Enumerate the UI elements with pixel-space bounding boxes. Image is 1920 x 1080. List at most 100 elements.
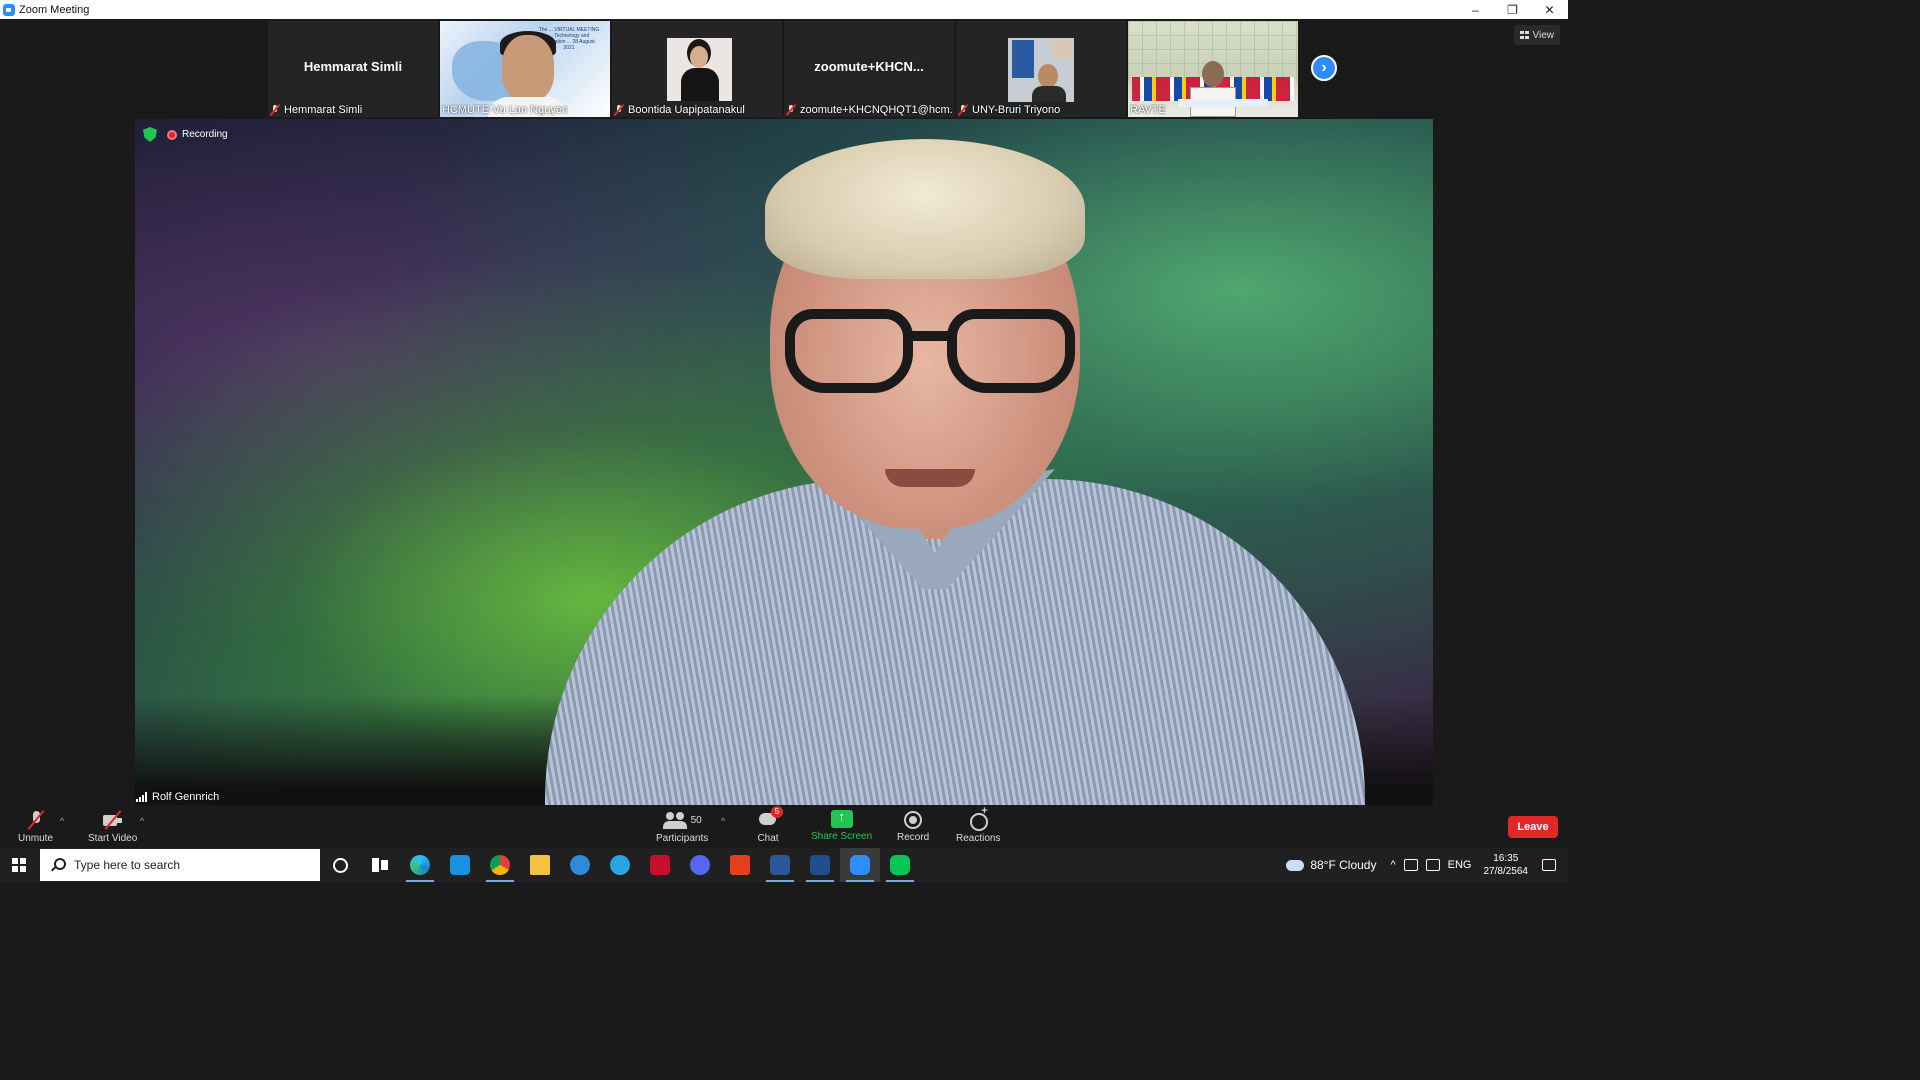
taskbar-app-word[interactable] <box>800 848 840 882</box>
network-icon[interactable] <box>1425 859 1440 871</box>
glasses-bridge <box>909 331 951 341</box>
participant-tile[interactable]: RAVTE <box>1128 21 1298 117</box>
video-options-caret[interactable]: ^ <box>140 816 144 826</box>
participant-tile[interactable]: The ... VIRTUAL MEETING ... Technology a… <box>440 21 610 117</box>
cloud-icon[interactable] <box>1286 859 1305 871</box>
record-button[interactable]: Record <box>897 810 929 843</box>
reactions-button[interactable]: Reactions <box>956 805 1001 844</box>
view-button[interactable]: View <box>1513 25 1560 45</box>
taskbar-app-skype[interactable] <box>600 848 640 882</box>
participant-name: HCMUTE-Vu Lan Nguyen <box>442 104 569 116</box>
participant-tile[interactable]: zoomute+KHCN... zoomute+KHCNQHQT1@hcm... <box>784 21 954 117</box>
participant-name-label: UNY-Bruri Triyono <box>958 104 1060 116</box>
speaker-name: Rolf Gennrich <box>152 791 220 803</box>
cortana-icon <box>332 857 348 873</box>
taskbar-app-line[interactable] <box>880 848 920 882</box>
participant-name-label: zoomute+KHCNQHQT1@hcm... <box>786 104 952 116</box>
weather-text[interactable]: 88°F Cloudy <box>1310 858 1376 872</box>
reactions-label: Reactions <box>956 833 1001 844</box>
window-titlebar: Zoom Meeting – ❐ ✕ <box>0 0 1568 19</box>
signal-bar <box>139 797 141 802</box>
participant-name-label: RAVTE <box>1130 104 1166 116</box>
word-icon <box>770 855 790 875</box>
participant-tile[interactable]: UNY-Bruri Triyono <box>956 21 1126 117</box>
participant-name-label: Boontida Uapipatanakul <box>614 104 745 116</box>
signal-bar <box>142 795 144 802</box>
zoom-icon <box>850 855 870 875</box>
signal-bar <box>145 792 147 802</box>
unmute-button[interactable]: Unmute <box>18 810 53 844</box>
start-video-button[interactable]: Start Video <box>88 810 137 844</box>
leave-button[interactable]: Leave <box>1508 816 1558 838</box>
participants-button[interactable]: 50 Participants <box>656 810 708 844</box>
start-button[interactable] <box>0 848 38 882</box>
photo-body <box>681 68 719 101</box>
participant-name: UNY-Bruri Triyono <box>972 104 1061 116</box>
participants-options-caret[interactable]: ^ <box>721 816 725 826</box>
task-view-button[interactable] <box>360 848 400 882</box>
chrome-icon <box>490 855 510 875</box>
recording-indicator[interactable]: Recording <box>167 129 228 140</box>
participant-display-name: Hemmarat Simli <box>303 59 403 74</box>
taskbar-clock[interactable]: 16:35 27/8/2564 <box>1484 852 1529 878</box>
taskbar-app-word[interactable] <box>760 848 800 882</box>
next-page-button[interactable]: › <box>1311 55 1337 81</box>
taskbar-search-input[interactable] <box>74 858 294 872</box>
word-icon <box>810 855 830 875</box>
audio-options-caret[interactable]: ^ <box>60 816 64 826</box>
taskbar-app-discord[interactable] <box>680 848 720 882</box>
notifications-icon[interactable] <box>1542 859 1556 871</box>
participant-thumbnail-strip: Hemmarat Simli Hemmarat Simli The ... VI… <box>268 21 1298 117</box>
speaker-icon[interactable] <box>1403 859 1418 871</box>
input-language[interactable]: ENG <box>1448 859 1472 871</box>
meeting-toolbar: Unmute ^ Start Video ^ 50 Participants ^… <box>0 805 1568 848</box>
shield-icon[interactable] <box>143 127 157 142</box>
taskbar-app-game[interactable] <box>640 848 680 882</box>
active-speaker-video[interactable] <box>135 119 1433 805</box>
taskbar-app-file-explorer[interactable] <box>520 848 560 882</box>
share-screen-button[interactable]: Share Screen <box>811 809 872 842</box>
discord-icon <box>690 855 710 875</box>
video-off-icon <box>101 810 125 830</box>
glasses-lens-left <box>785 309 913 393</box>
taskbar-app-edge[interactable] <box>400 848 440 882</box>
chevron-up-icon[interactable]: ^ <box>1390 859 1395 871</box>
participant-name: Boontida Uapipatanakul <box>628 104 745 116</box>
glasses <box>785 309 1075 399</box>
speaker-name-label: Rolf Gennrich <box>136 791 219 803</box>
cortana-button[interactable] <box>320 848 360 882</box>
close-button[interactable]: ✕ <box>1531 0 1568 19</box>
recording-label: Recording <box>182 129 228 140</box>
unmute-label: Unmute <box>18 833 54 844</box>
participant-name: zoomute+KHCNQHQT1@hcm... <box>800 104 952 116</box>
chevron-right-icon: › <box>1321 59 1327 76</box>
grid-view-icon <box>1519 31 1529 39</box>
start-video-label: Start Video <box>88 833 138 844</box>
chat-button[interactable]: 5 Chat <box>757 806 783 844</box>
taskbar-search[interactable] <box>40 849 320 881</box>
participant-tile[interactable]: Hemmarat Simli Hemmarat Simli <box>268 21 438 117</box>
meeting-area: Hemmarat Simli Hemmarat Simli The ... VI… <box>0 19 1568 848</box>
taskbar-app-office[interactable] <box>720 848 760 882</box>
muted-mic-icon <box>25 810 47 830</box>
taskbar-app-zoom[interactable] <box>840 848 880 882</box>
minimize-button[interactable]: – <box>1457 0 1494 19</box>
speaker-figure <box>515 119 1375 805</box>
photo-frame <box>1052 40 1072 58</box>
restore-button[interactable]: ❐ <box>1494 0 1531 19</box>
participant-tile[interactable]: Boontida Uapipatanakul <box>612 21 782 117</box>
participant-name: Hemmarat Simli <box>284 104 363 116</box>
taskbar-app-chrome[interactable] <box>480 848 520 882</box>
chat-unread-badge: 5 <box>771 806 783 818</box>
signal-strength-icon <box>136 792 148 802</box>
taskbar-app-mail[interactable] <box>440 848 480 882</box>
participants-icon-row: 50 <box>662 810 702 830</box>
skype-icon <box>610 855 630 875</box>
record-dot-icon <box>167 129 177 140</box>
clock-time: 16:35 <box>1493 853 1519 864</box>
taskbar-app[interactable] <box>560 848 600 882</box>
participant-photo <box>1008 38 1074 102</box>
windows-logo-icon <box>12 858 26 872</box>
photo-body <box>1032 86 1066 102</box>
edge-icon <box>410 855 430 875</box>
